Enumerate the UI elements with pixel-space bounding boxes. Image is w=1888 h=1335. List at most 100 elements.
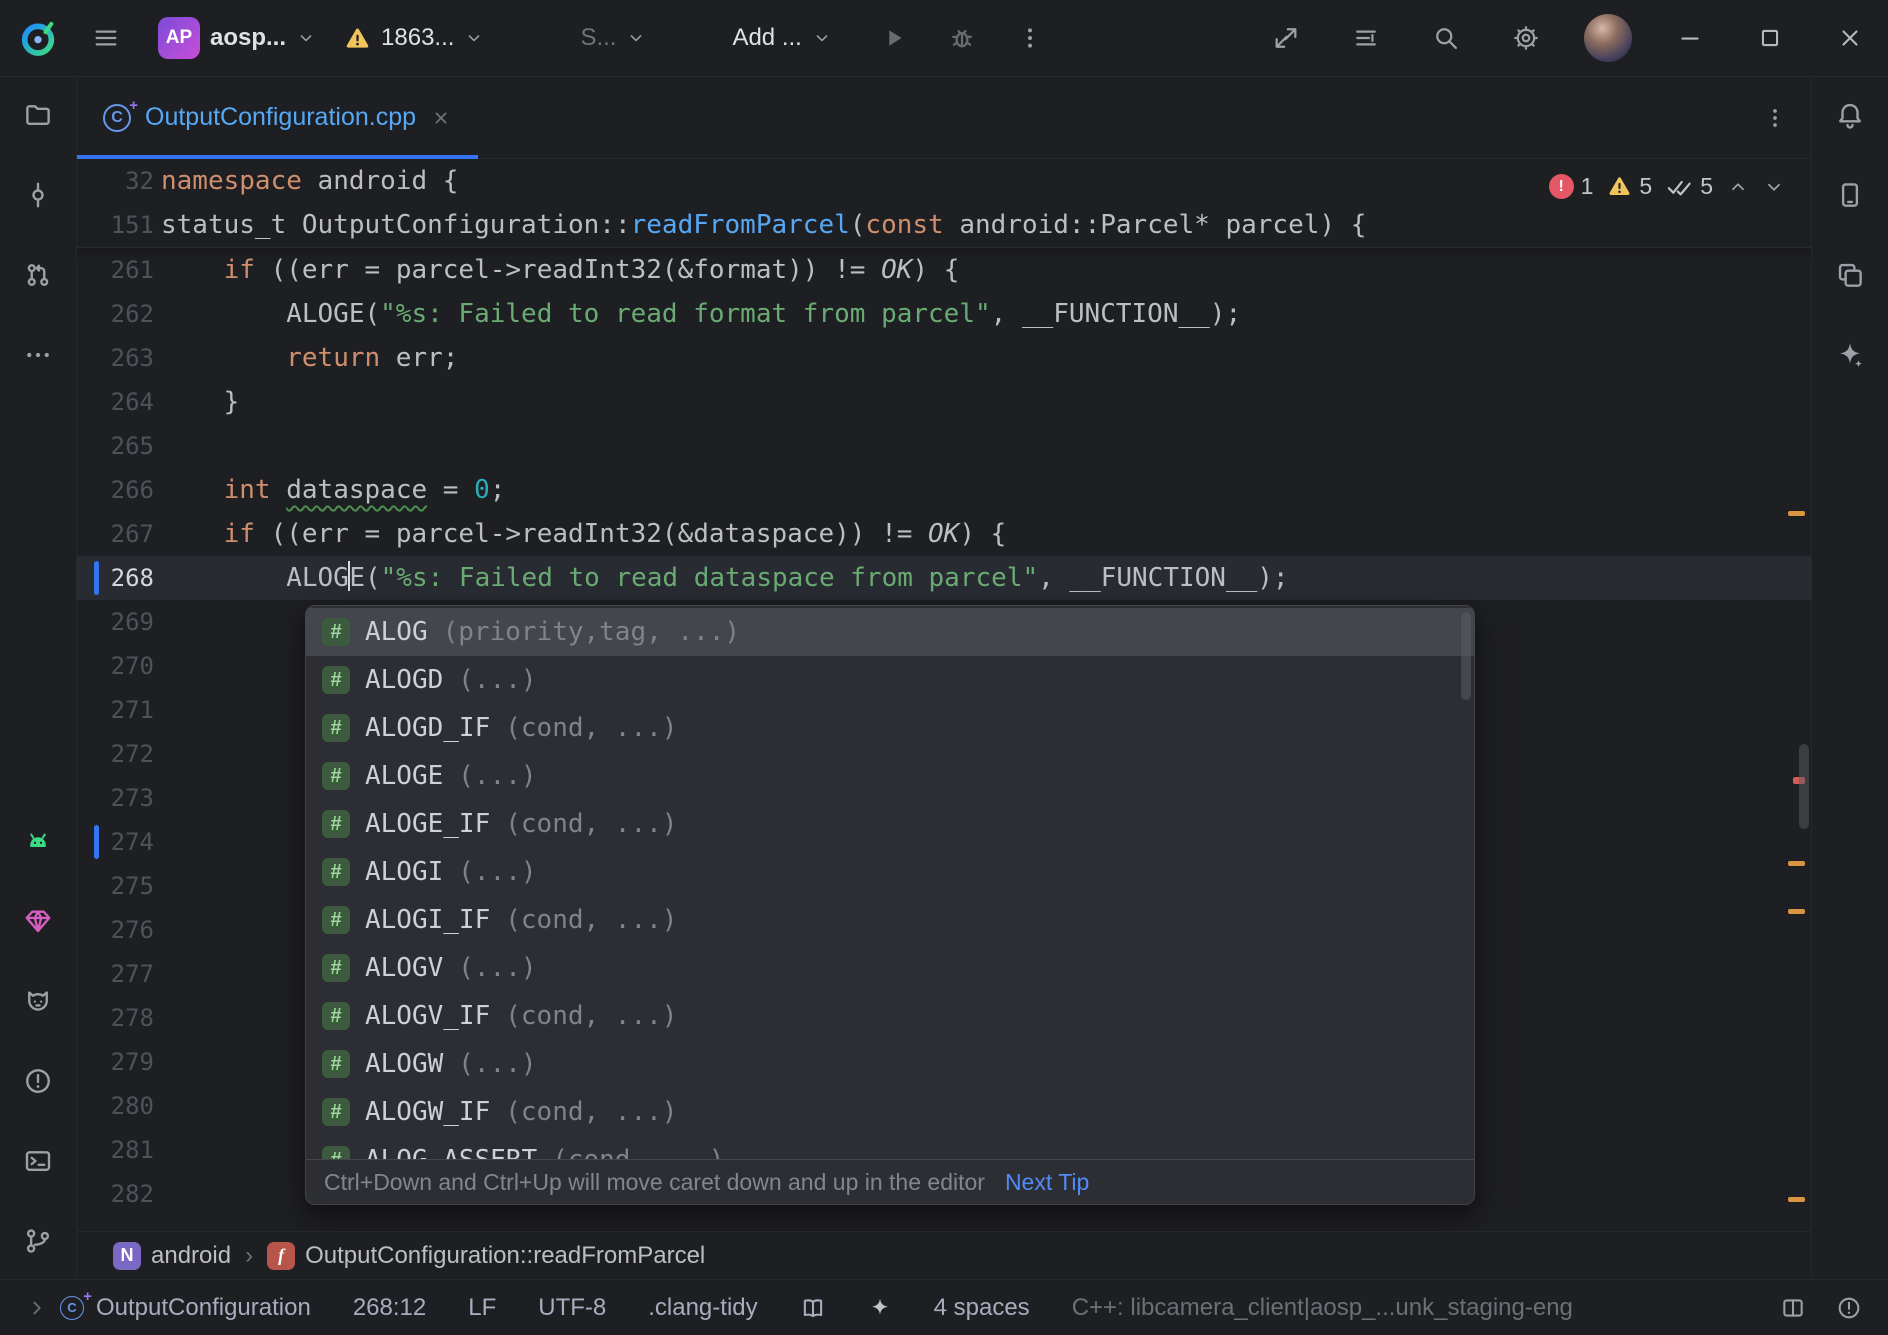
line-number-265[interactable]: 265 — [77, 424, 161, 468]
toolbar-options-button[interactable] — [1344, 16, 1388, 60]
completion-item-ALOGW[interactable]: #ALOGW(...) — [306, 1040, 1474, 1088]
line-number-32[interactable]: 32 — [77, 159, 161, 203]
encoding-widget[interactable]: UTF-8 — [538, 1294, 606, 1322]
completion-item-ALOGI_IF[interactable]: #ALOGI_IF(cond, ...) — [306, 896, 1474, 944]
status-file-widget[interactable]: C OutputConfiguration — [26, 1294, 311, 1322]
error-summary[interactable]: ! 1 — [1549, 173, 1594, 200]
ai-status-button[interactable] — [868, 1296, 892, 1320]
caret-position-widget[interactable]: 268:12 — [353, 1294, 426, 1322]
line-number-262[interactable]: 262 — [77, 292, 161, 336]
completion-item-ALOGI[interactable]: #ALOGI(...) — [306, 848, 1474, 896]
completion-item-ALOGV_IF[interactable]: #ALOGV_IF(cond, ...) — [306, 992, 1474, 1040]
logcat-tool-button[interactable] — [16, 979, 60, 1023]
next-problem-icon[interactable] — [1763, 176, 1785, 198]
problems-widget[interactable]: 1863... — [344, 24, 484, 52]
ai-assistant-button[interactable] — [1828, 333, 1872, 377]
completion-item-ALOGW_IF[interactable]: #ALOGW_IF(cond, ...) — [306, 1088, 1474, 1136]
line-number-267[interactable]: 267 — [77, 512, 161, 556]
line-number-271[interactable]: 271 — [77, 688, 161, 732]
inspections-widget[interactable]: ! 1 5 5 — [1539, 169, 1795, 204]
maximize-button[interactable] — [1748, 16, 1792, 60]
line-number-280[interactable]: 280 — [77, 1084, 161, 1128]
user-avatar[interactable] — [1584, 14, 1632, 62]
terminal-tool-button[interactable] — [16, 1139, 60, 1183]
code-line-267[interactable]: 267 if ((err = parcel->readInt32(&datasp… — [77, 512, 1811, 556]
toolchain-info[interactable]: C++: libcamera_client|aosp_...unk_stagin… — [1072, 1294, 1573, 1322]
search-everywhere-button[interactable] — [1424, 16, 1468, 60]
analysis-marker[interactable] — [1788, 861, 1805, 866]
completion-item-ALOG[interactable]: #ALOG(priority,tag, ...) — [306, 608, 1474, 656]
completion-item-ALOGD_IF[interactable]: #ALOGD_IF(cond, ...) — [306, 704, 1474, 752]
code-line-263[interactable]: 263 return err; — [77, 336, 1811, 380]
pull-requests-tool-button[interactable] — [16, 253, 60, 297]
settings-button[interactable] — [1504, 16, 1548, 60]
build-variants-button[interactable] — [1828, 253, 1872, 297]
line-number-275[interactable]: 275 — [77, 864, 161, 908]
line-number-261[interactable]: 261 — [77, 248, 161, 292]
line-number-277[interactable]: 277 — [77, 952, 161, 996]
completion-item-ALOGE_IF[interactable]: #ALOGE_IF(cond, ...) — [306, 800, 1474, 848]
line-number-282[interactable]: 282 — [77, 1172, 161, 1216]
more-tools-button[interactable] — [16, 333, 60, 377]
more-actions-button[interactable] — [1008, 16, 1052, 60]
linter-widget[interactable]: .clang-tidy — [648, 1294, 757, 1322]
code-with-me-button[interactable] — [1264, 16, 1308, 60]
device-manager-button[interactable] — [1828, 173, 1872, 217]
close-button[interactable] — [1828, 16, 1872, 60]
code-line-262[interactable]: 262 ALOGE("%s: Failed to read format fro… — [77, 292, 1811, 336]
completion-item-ALOGD[interactable]: #ALOGD(...) — [306, 656, 1474, 704]
prev-problem-icon[interactable] — [1727, 176, 1749, 198]
status-error-icon[interactable] — [1836, 1295, 1862, 1321]
editor-scrollbar-thumb[interactable] — [1799, 744, 1809, 829]
run-button[interactable] — [872, 16, 916, 60]
run-configuration-selector[interactable]: S... — [580, 24, 646, 52]
gemini-tool-button[interactable] — [16, 899, 60, 943]
main-menu-button[interactable] — [84, 16, 128, 60]
breadcrumb-item[interactable]: fOutputConfiguration::readFromParcel — [267, 1242, 705, 1270]
line-number-278[interactable]: 278 — [77, 996, 161, 1040]
breadcrumb-item[interactable]: Nandroid — [113, 1242, 231, 1270]
tab-close-icon[interactable] — [430, 107, 452, 129]
project-tool-button[interactable] — [16, 93, 60, 137]
project-selector[interactable]: AP aosp... — [158, 17, 316, 59]
add-configuration-button[interactable]: Add ... — [732, 24, 831, 52]
line-number-151[interactable]: 151 — [77, 203, 161, 247]
line-number-279[interactable]: 279 — [77, 1040, 161, 1084]
code-line-268[interactable]: 268 ALOGE("%s: Failed to read dataspace … — [77, 556, 1811, 600]
android-tool-button[interactable] — [16, 819, 60, 863]
notifications-button[interactable] — [1828, 93, 1872, 137]
tab-outputconfiguration-cpp[interactable]: C OutputConfiguration.cpp — [77, 77, 478, 158]
minimize-button[interactable] — [1668, 16, 1712, 60]
code-editor[interactable]: 32namespace android {151status_t OutputC… — [77, 159, 1811, 1231]
popup-scrollbar[interactable] — [1461, 612, 1471, 700]
debug-button[interactable] — [940, 16, 984, 60]
completion-item-ALOGE[interactable]: #ALOGE(...) — [306, 752, 1474, 800]
completion-item-ALOG_ASSERT[interactable]: #ALOG_ASSERT(cond, ...) — [306, 1136, 1474, 1159]
line-number-276[interactable]: 276 — [77, 908, 161, 952]
code-line-265[interactable]: 265 — [77, 424, 1811, 468]
line-number-266[interactable]: 266 — [77, 468, 161, 512]
tab-options-button[interactable] — [1753, 96, 1797, 140]
code-line-151[interactable]: 151status_t OutputConfiguration::readFro… — [77, 203, 1811, 247]
commit-tool-button[interactable] — [16, 173, 60, 217]
analysis-marker[interactable] — [1788, 511, 1805, 516]
code-line-264[interactable]: 264 } — [77, 380, 1811, 424]
line-number-272[interactable]: 272 — [77, 732, 161, 776]
line-number-268[interactable]: 268 — [77, 556, 161, 600]
reader-mode-button[interactable] — [800, 1295, 826, 1321]
line-number-281[interactable]: 281 — [77, 1128, 161, 1172]
next-tip-link[interactable]: Next Tip — [1005, 1169, 1089, 1196]
line-number-274[interactable]: 274 — [77, 820, 161, 864]
indent-widget[interactable]: 4 spaces — [934, 1294, 1030, 1322]
line-separator-widget[interactable]: LF — [468, 1294, 496, 1322]
line-number-269[interactable]: 269 — [77, 600, 161, 644]
editor-layout-icon[interactable] — [1780, 1295, 1806, 1321]
problems-tool-button[interactable] — [16, 1059, 60, 1103]
line-number-273[interactable]: 273 — [77, 776, 161, 820]
code-line-266[interactable]: 266 int dataspace = 0; — [77, 468, 1811, 512]
warning-summary[interactable]: 5 — [1607, 173, 1652, 200]
code-line-261[interactable]: 261 if ((err = parcel->readInt32(&format… — [77, 248, 1811, 292]
version-control-tool-button[interactable] — [16, 1219, 60, 1263]
analysis-marker[interactable] — [1788, 1197, 1805, 1202]
analysis-marker[interactable] — [1788, 909, 1805, 914]
